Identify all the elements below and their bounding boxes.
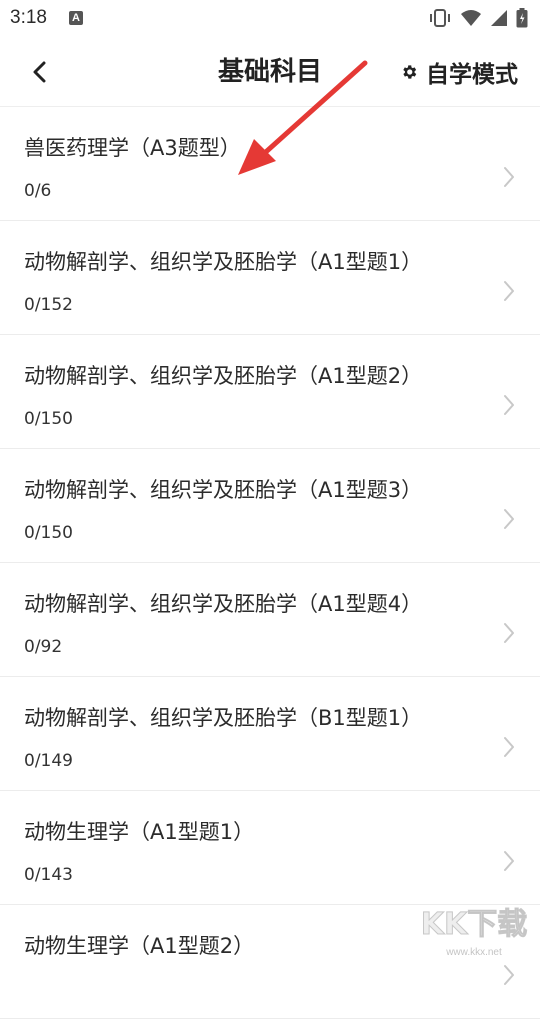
list-item-progress: 0/92 — [24, 637, 63, 657]
chevron-right-icon — [504, 395, 514, 415]
wifi-icon — [461, 10, 481, 26]
chevron-right-icon — [504, 167, 514, 187]
signal-icon — [491, 10, 507, 26]
gear-icon — [403, 65, 417, 79]
self-study-mode-button[interactable]: 自学模式 — [400, 54, 518, 90]
chevron-right-icon — [504, 737, 514, 757]
list-item-title: 动物解剖学、组织学及胚胎学（A1型题1） — [24, 250, 423, 274]
list-item-progress: 0/6 — [24, 181, 52, 201]
chevron-right-icon — [504, 281, 514, 301]
list-item[interactable]: 动物解剖学、组织学及胚胎学（A1型题4） 0/92 — [0, 563, 540, 677]
list-item-title: 动物解剖学、组织学及胚胎学（A1型题3） — [24, 478, 423, 502]
list-item[interactable]: 动物生理学（A1型题2） — [0, 905, 540, 1019]
self-study-mode-label: 自学模式 — [426, 62, 518, 88]
list-item[interactable]: 动物生理学（A1型题1） 0/143 — [0, 791, 540, 905]
list-item-title: 动物生理学（A1型题2） — [24, 934, 255, 958]
list-item-progress: 0/152 — [24, 295, 73, 315]
list-item-title: 动物生理学（A1型题1） — [24, 820, 255, 844]
list-item[interactable]: 动物解剖学、组织学及胚胎学（B1型题1） 0/149 — [0, 677, 540, 791]
app-header: 基础科目 自学模式 — [0, 36, 540, 107]
list-item-progress: 0/149 — [24, 751, 73, 771]
status-time: 3:18 — [10, 7, 47, 28]
status-right — [428, 8, 530, 28]
list-item[interactable]: 动物解剖学、组织学及胚胎学（A1型题1） 0/152 — [0, 221, 540, 335]
chevron-right-icon — [504, 509, 514, 529]
list-item[interactable]: 动物解剖学、组织学及胚胎学（A1型题3） 0/150 — [0, 449, 540, 563]
list-item[interactable]: 动物解剖学、组织学及胚胎学（A1型题2） 0/150 — [0, 335, 540, 449]
status-bar: 3:18 A — [0, 0, 540, 36]
list-item-title: 动物解剖学、组织学及胚胎学（B1型题1） — [24, 706, 423, 730]
vibrate-icon — [430, 9, 450, 27]
chevron-right-icon — [504, 851, 514, 871]
list-item-title: 动物解剖学、组织学及胚胎学（A1型题4） — [24, 592, 423, 616]
subject-list: 兽医药理学（A3题型） 0/6 动物解剖学、组织学及胚胎学（A1型题1） 0/1… — [0, 107, 540, 1019]
chevron-right-icon — [504, 965, 514, 985]
list-item-title: 兽医药理学（A3题型） — [24, 136, 241, 160]
list-item-progress: 0/143 — [24, 865, 73, 885]
battery-icon — [516, 8, 528, 28]
list-item-progress: 0/150 — [24, 523, 73, 543]
notification-a-icon: A — [68, 11, 83, 25]
chevron-right-icon — [504, 623, 514, 643]
list-item-progress: 0/150 — [24, 409, 73, 429]
list-item-title: 动物解剖学、组织学及胚胎学（A1型题2） — [24, 364, 423, 388]
list-item[interactable]: 兽医药理学（A3题型） 0/6 — [0, 107, 540, 221]
status-left: 3:18 A — [10, 7, 83, 29]
